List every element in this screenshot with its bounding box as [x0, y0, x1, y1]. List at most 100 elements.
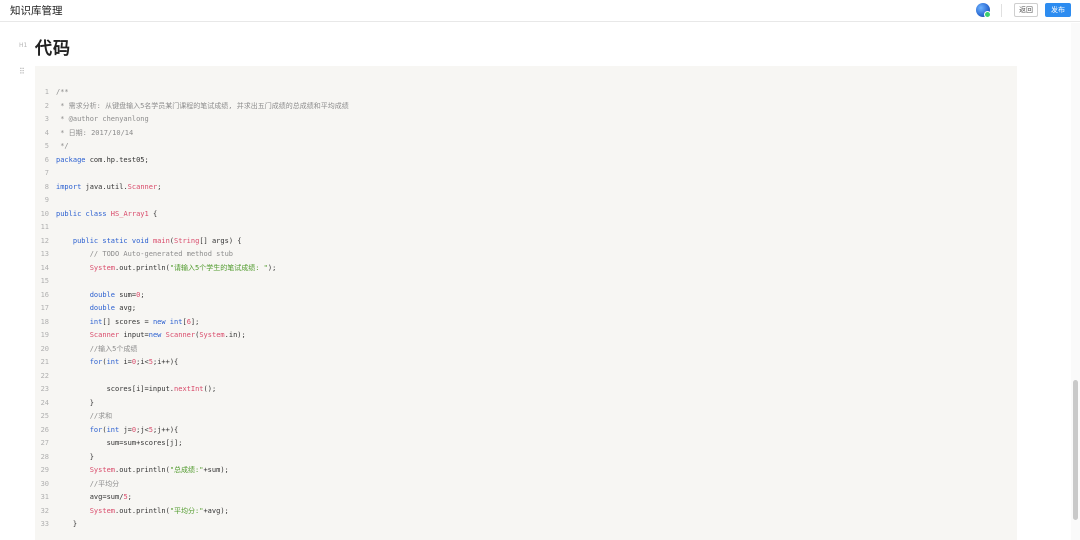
line-number: 21: [40, 358, 49, 366]
line-number: 31: [40, 493, 49, 501]
back-button[interactable]: 返回: [1014, 3, 1038, 17]
code-line: 27 sum=sum+scores[j];: [35, 437, 349, 451]
code-line: 19 Scanner input=new Scanner(System.in);: [35, 329, 349, 343]
line-number: 7: [44, 169, 49, 177]
code-token: ];: [190, 317, 200, 326]
line-number: 19: [40, 331, 49, 339]
code-block[interactable]: 1 /** 2 * 需求分析: 从键盘输入5名学员某门课程的笔试成绩, 并求出五门成…: [35, 66, 1017, 540]
code-token: System: [89, 506, 116, 515]
code-token: ;j<: [136, 425, 149, 434]
line-number: 8: [44, 182, 49, 191]
line-number: 3: [44, 115, 49, 123]
code-line: 22: [35, 370, 349, 384]
code-token: Scanner: [127, 182, 158, 191]
code-token: * 需求分析: 从键盘输入5名学员某门课程的笔试成绩, 并求出五门成绩的总成绩和…: [56, 101, 349, 110]
line-number: 10: [40, 209, 49, 218]
code-token: [] scores =: [102, 317, 153, 326]
code-line: 31 avg=sum/5;: [35, 491, 349, 505]
app-title: 知识库管理: [10, 5, 63, 17]
line-number: 15: [40, 277, 49, 285]
code-token: new int: [152, 317, 183, 326]
heading-marker-icon[interactable]: H1: [19, 42, 27, 49]
code-token: /**: [56, 88, 69, 96]
code-token: double: [89, 290, 120, 299]
code-line: 17 double avg;: [35, 302, 349, 316]
code-token: double: [89, 304, 120, 312]
code-token: * 日期: 2017/10/14: [56, 128, 134, 137]
line-number: 27: [40, 439, 49, 447]
code-line: 4 * 日期: 2017/10/14: [35, 127, 349, 141]
user-avatar-icon[interactable]: [976, 3, 991, 18]
code-token: ;: [157, 182, 162, 191]
code-line: 18 int[] scores = new int[6];: [35, 316, 349, 330]
divider: [1001, 4, 1002, 17]
line-number: 9: [44, 196, 49, 204]
code-token: scores[i]=input.: [56, 385, 175, 393]
code-token: */: [56, 142, 69, 150]
code-token: sum=sum+scores[j];: [56, 439, 183, 447]
line-number: 14: [40, 263, 49, 272]
line-number: 30: [40, 479, 49, 488]
code-token: import: [56, 182, 86, 191]
code-token: ;i++){: [152, 358, 179, 366]
code-line: 32 System.out.println("平均分:"+avg);: [35, 505, 349, 519]
code-line: 29 System.out.println("总成绩:"+sum);: [35, 464, 349, 478]
code-line: 1 /**: [35, 86, 349, 100]
code-token: .out.println(: [115, 466, 170, 474]
code-line: 3 * @author chenyanlong: [35, 113, 349, 127]
line-number: 17: [40, 304, 49, 312]
line-number: 22: [40, 371, 49, 380]
code-token: com.hp.test05;: [89, 155, 149, 164]
code-token: ;j++){: [152, 425, 179, 434]
code-token: //求和: [89, 412, 113, 420]
code-token: input=: [119, 331, 149, 339]
code-token: * @author chenyanlong: [56, 115, 149, 123]
code-line: 12 public static void main(String[] args…: [35, 235, 349, 249]
code-line: 33 }: [35, 518, 349, 532]
code-line: 6 package com.hp.test05;: [35, 154, 349, 168]
code-token: ();: [203, 385, 217, 393]
code-token: for: [89, 358, 103, 366]
code-token: +sum);: [203, 466, 229, 474]
line-number: 6: [44, 155, 49, 164]
code-token: }: [56, 520, 78, 528]
code-line: 2 * 需求分析: 从键盘输入5名学员某门课程的笔试成绩, 并求出五门成绩的总成…: [35, 100, 349, 114]
code-line: 25 //求和: [35, 410, 349, 424]
code-token: "请输入5个学生的笔试成绩: ": [169, 263, 268, 272]
code-token: i=: [123, 358, 132, 366]
code-line: 21 for(int i=0;i<5;i++){: [35, 356, 349, 370]
code-token: System: [89, 263, 116, 272]
code-token: HS_Array1: [110, 209, 149, 218]
code-line: 28 }: [35, 451, 349, 465]
scrollbar-thumb[interactable]: [1073, 380, 1078, 520]
code-token: sum=: [119, 290, 137, 299]
line-number: 24: [40, 398, 49, 407]
code-token: public class: [56, 209, 111, 218]
code-token: }: [56, 398, 94, 407]
line-number: 16: [40, 290, 49, 299]
code-line: 16 double sum=0;: [35, 289, 349, 303]
online-status-icon: [984, 11, 991, 18]
page-heading: 代码: [35, 39, 71, 59]
code-token: System: [199, 331, 225, 339]
drag-handle-icon[interactable]: ⠿: [19, 67, 25, 76]
code-token: {: [148, 209, 158, 218]
line-number: 13: [40, 250, 49, 258]
line-number: 29: [40, 466, 49, 474]
line-number: 2: [44, 101, 49, 110]
code-line: 14 System.out.println("请输入5个学生的笔试成绩: ");: [35, 262, 349, 276]
code-line: 7: [35, 167, 349, 181]
line-number: 1: [44, 88, 49, 96]
code-token: java.util.: [85, 182, 128, 191]
publish-button[interactable]: 发布: [1045, 3, 1071, 17]
code-token: nextInt: [174, 385, 204, 393]
